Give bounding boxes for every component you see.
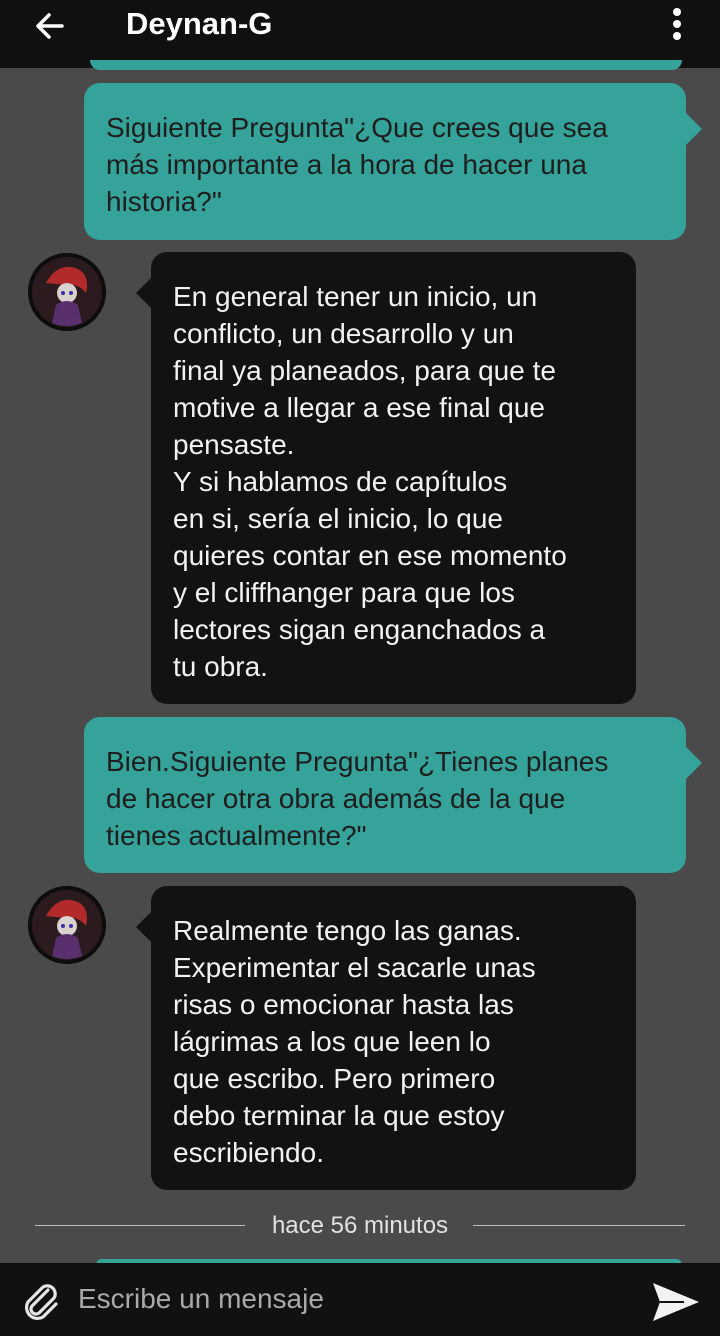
message-input[interactable] (78, 1277, 618, 1321)
message-text: Realmente tengo las ganas. Experimentar … (173, 915, 536, 1168)
incoming-message[interactable]: En general tener un inicio, un conflicto… (136, 252, 636, 704)
more-options-button[interactable] (664, 4, 690, 44)
message-text: Bien.Siguiente Pregunta"¿Tienes planes d… (106, 746, 609, 851)
send-icon (653, 1283, 699, 1321)
arrow-left-icon (36, 13, 64, 39)
divider-right (473, 1225, 685, 1226)
contact-name[interactable]: Deynan-G (126, 4, 272, 44)
avatar-image (28, 253, 106, 331)
previous-message-edge (90, 60, 682, 70)
chat-header: Deynan-G (0, 0, 720, 68)
message-composer (0, 1263, 720, 1336)
outgoing-message[interactable]: Siguiente Pregunta"¿Que crees que sea má… (84, 83, 702, 240)
outgoing-message[interactable]: Bien.Siguiente Pregunta"¿Tienes planes d… (84, 717, 702, 873)
message-text: Siguiente Pregunta"¿Que crees que sea má… (106, 112, 608, 217)
more-vertical-icon (673, 8, 681, 16)
back-button[interactable] (30, 6, 70, 46)
message-text: En general tener un inicio, un conflicto… (173, 281, 567, 682)
avatar[interactable] (28, 886, 106, 964)
send-button[interactable] (650, 1279, 702, 1325)
avatar[interactable] (28, 253, 106, 331)
paperclip-icon (24, 1284, 58, 1321)
incoming-message[interactable]: Realmente tengo las ganas. Experimentar … (136, 886, 636, 1190)
divider-left (35, 1225, 245, 1226)
timestamp-label: hace 56 minutos (271, 1212, 449, 1239)
attach-button[interactable] (18, 1278, 62, 1322)
avatar-image (28, 886, 106, 964)
